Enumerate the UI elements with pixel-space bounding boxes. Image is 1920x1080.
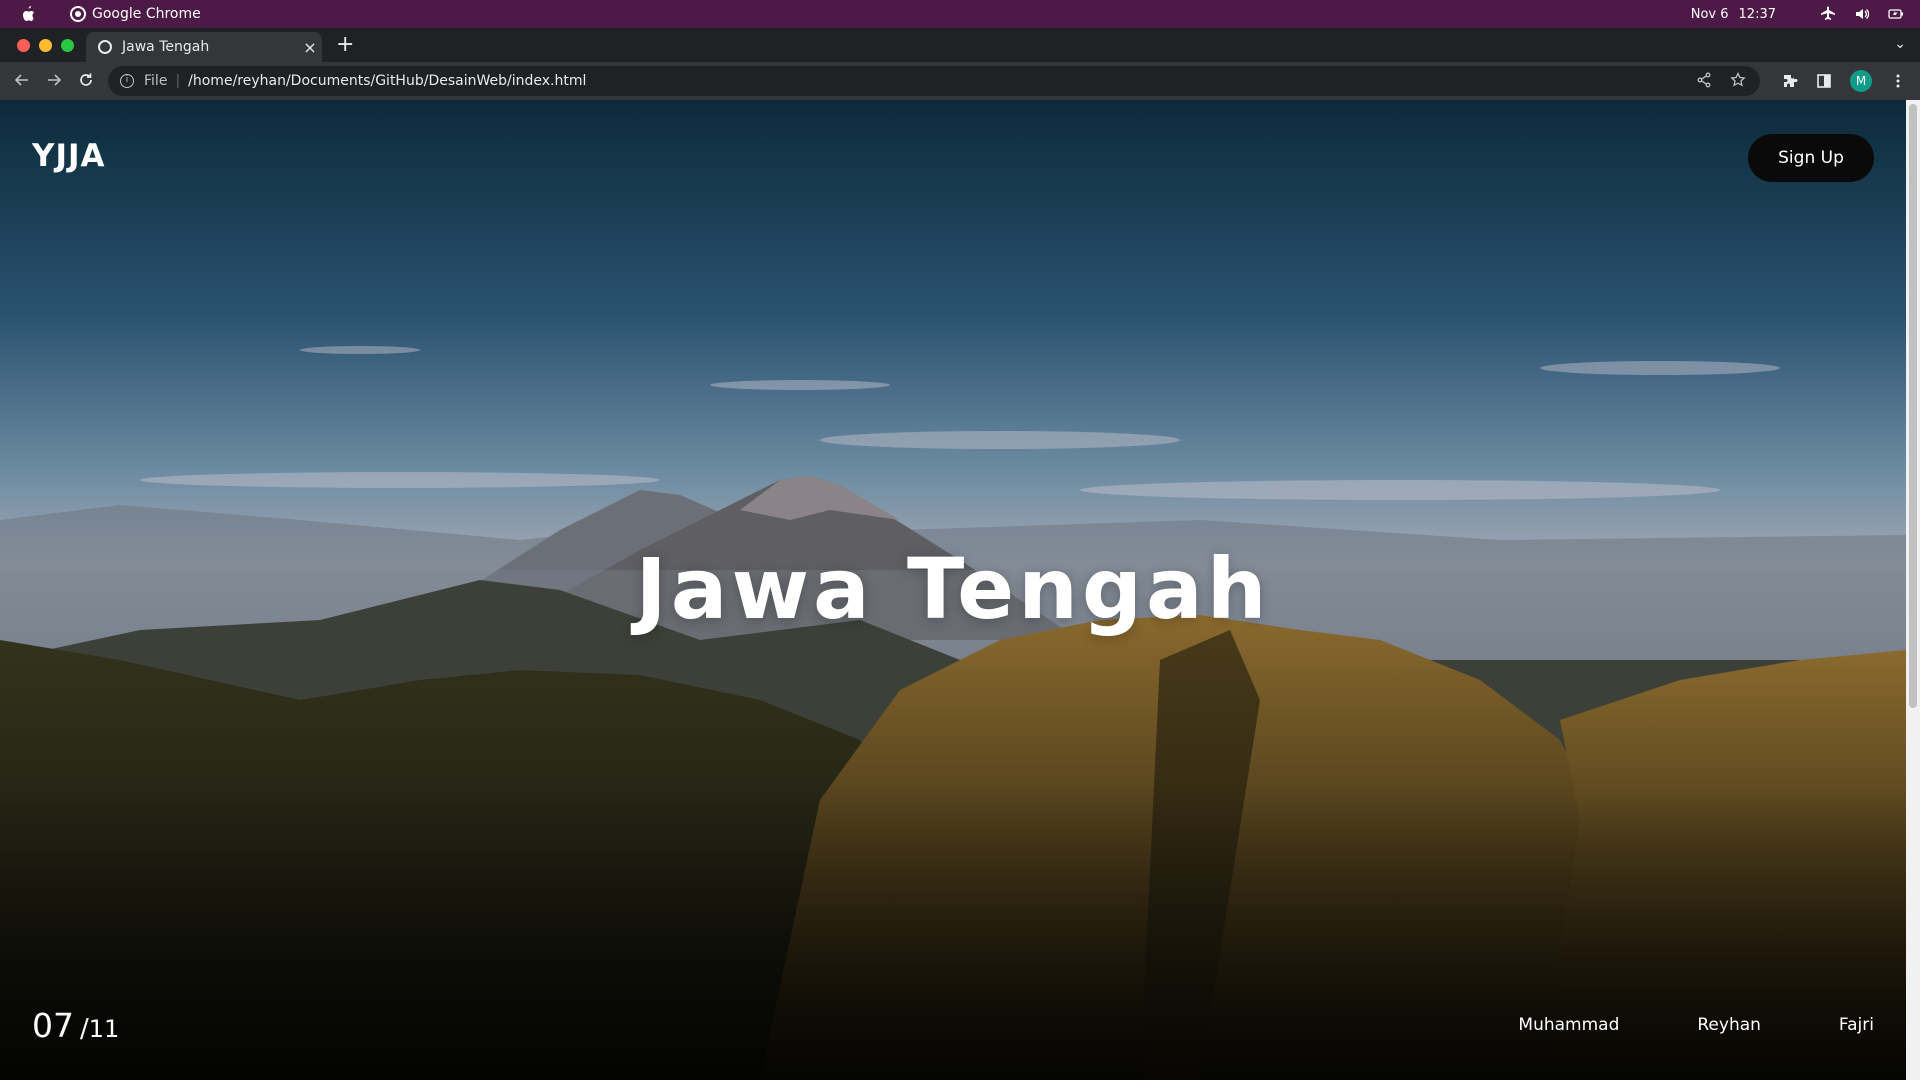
back-button[interactable] [12,71,32,91]
slide-total: 11 [88,1015,120,1043]
reload-button[interactable] [76,71,96,91]
tab-strip: Jawa Tengah × + ⌄ [0,28,1920,62]
hero-title: Jawa Tengah [635,540,1271,638]
site-info-icon[interactable]: i [120,74,134,88]
window-controls [17,39,74,52]
bookmark-star-icon[interactable] [1730,72,1746,88]
globe-icon [98,40,112,54]
browser-toolbar: i File | /home/reyhan/Documents/GitHub/D… [0,62,1920,100]
scrollbar-thumb[interactable] [1909,104,1917,708]
tab-search-icon[interactable]: ⌄ [1894,36,1906,52]
clock-time: 12:37 [1738,6,1776,22]
side-panel-icon[interactable] [1816,73,1832,89]
vertical-scrollbar[interactable] [1906,100,1920,1080]
system-tray: Nov 6 12:37 [1691,0,1904,28]
slide-counter: 07/11 [32,1006,119,1045]
page-viewport: YJJA Sign Up Jawa Tengah 07/11 Muhammad … [0,100,1906,1080]
close-tab-icon[interactable]: × [298,38,322,57]
url-separator: | [175,73,181,89]
active-app-name: Google Chrome [92,6,201,22]
tab-jawa-tengah[interactable]: Jawa Tengah × [86,32,322,62]
clock[interactable]: Nov 6 12:37 [1691,7,1776,22]
address-bar[interactable]: i File | /home/reyhan/Documents/GitHub/D… [108,66,1760,96]
active-app[interactable]: Google Chrome [70,0,201,28]
site-logo[interactable]: YJJA [32,138,106,174]
forward-button[interactable] [44,71,64,91]
url-text[interactable]: /home/reyhan/Documents/GitHub/DesainWeb/… [188,73,586,89]
sign-up-button[interactable]: Sign Up [1748,134,1874,182]
menu-kebab-icon[interactable] [1890,73,1906,89]
credit-name: Muhammad [1518,1015,1620,1035]
chrome-icon [70,6,86,22]
airplane-mode-icon[interactable] [1820,6,1836,22]
credits: Muhammad Reyhan Fajri [1518,1015,1874,1035]
back-arrow-icon [14,74,28,86]
tab-title: Jawa Tengah [122,39,210,55]
maximize-window-button[interactable] [61,39,74,52]
credit-name: Fajri [1838,1015,1874,1035]
forward-arrow-icon [48,74,62,86]
slide-current: 07 [32,1006,74,1045]
os-top-bar: Google Chrome Nov 6 12:37 [0,0,1920,28]
minimize-window-button[interactable] [39,39,52,52]
credit-name: Reyhan [1697,1015,1761,1035]
extensions-icon[interactable] [1782,73,1798,89]
toolbar-actions: M [1782,70,1906,92]
url-scheme: File [144,73,168,89]
slide-separator: / [80,1014,89,1044]
close-window-button[interactable] [17,39,30,52]
battery-icon[interactable] [1888,6,1904,22]
volume-icon[interactable] [1854,6,1870,22]
address-bar-actions [1696,72,1746,88]
new-tab-button[interactable]: + [336,33,354,57]
profile-avatar[interactable]: M [1850,70,1872,92]
share-icon[interactable] [1696,72,1712,88]
reload-icon [80,73,92,86]
clock-date: Nov 6 [1690,6,1729,22]
apple-icon[interactable] [20,5,36,23]
